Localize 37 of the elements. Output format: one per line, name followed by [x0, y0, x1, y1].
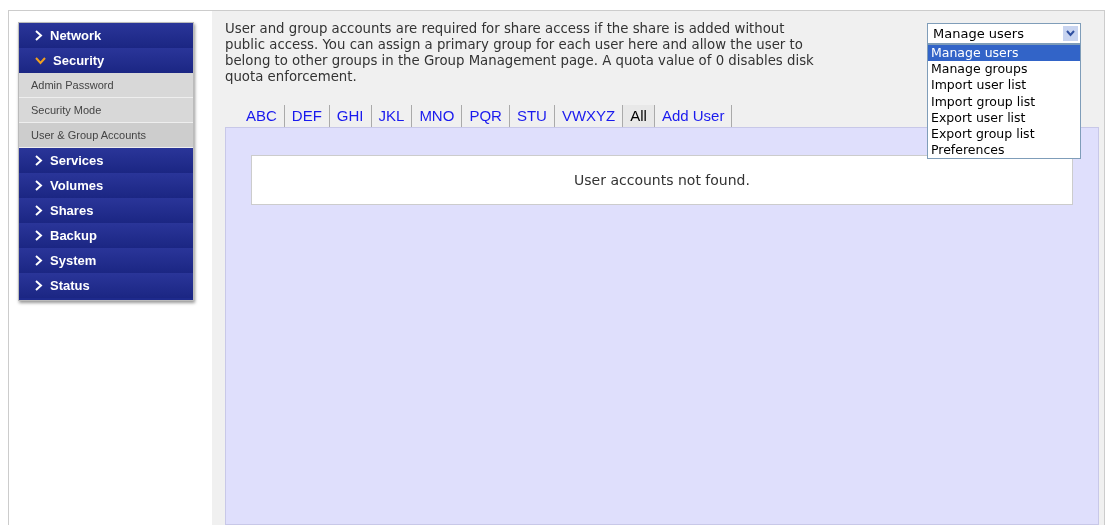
dropdown-option[interactable]: Manage groups — [928, 61, 1080, 78]
sidebar-item[interactable]: Security Mode — [19, 98, 193, 123]
dropdown-option[interactable]: Import group list — [928, 93, 1080, 110]
dropdown-option[interactable]: Export group list — [928, 126, 1080, 143]
action-dropdown[interactable]: Manage users — [927, 23, 1081, 44]
letter-tab[interactable]: All — [623, 105, 655, 127]
dropdown-option[interactable]: Manage users — [928, 45, 1080, 62]
sidebar-section-label: System — [50, 253, 97, 268]
sidebar-item[interactable]: Admin Password — [19, 73, 193, 98]
chevron-right-icon — [35, 180, 43, 191]
sidebar-section-label: Services — [50, 153, 104, 168]
sidebar-section-label: Shares — [50, 203, 94, 218]
chevron-right-icon — [35, 30, 43, 41]
dropdown-option[interactable]: Export user list — [928, 109, 1080, 126]
sidebar-section[interactable]: Status — [19, 273, 193, 298]
sidebar-section[interactable]: Backup — [19, 223, 193, 248]
sidebar-section-label: Network — [50, 28, 102, 43]
sidebar-section[interactable]: Security — [19, 48, 193, 73]
sidebar-section[interactable]: Volumes — [19, 173, 193, 198]
sidebar-section[interactable]: System — [19, 248, 193, 273]
sidebar-section-label: Status — [50, 278, 90, 293]
description-text: User and group accounts are required for share access if the share is added without public access. You can assign a primary group for each user here and allow the user to belong to other groups in the Group Management page. A quota value of 0 disables disk quota enforcement. — [225, 21, 815, 85]
chevron-right-icon — [35, 155, 43, 166]
sidebar-section-label: Security — [53, 53, 105, 68]
chevron-right-icon — [35, 205, 43, 216]
sidebar-section-label: Backup — [50, 228, 97, 243]
empty-message: User accounts not found. — [251, 155, 1073, 205]
chevron-right-icon — [35, 230, 43, 241]
chevron-right-icon — [35, 255, 43, 266]
chevron-right-icon — [35, 280, 43, 291]
sidebar-section[interactable]: Services — [19, 148, 193, 173]
sidebar-section-label: Volumes — [50, 178, 104, 193]
chevron-down-icon — [35, 56, 46, 65]
sidebar-item[interactable]: User & Group Accounts — [19, 123, 193, 148]
sidebar-section[interactable]: Shares — [19, 198, 193, 223]
dropdown-option[interactable]: Import user list — [928, 77, 1080, 94]
sidebar-section[interactable]: Network — [19, 23, 193, 48]
